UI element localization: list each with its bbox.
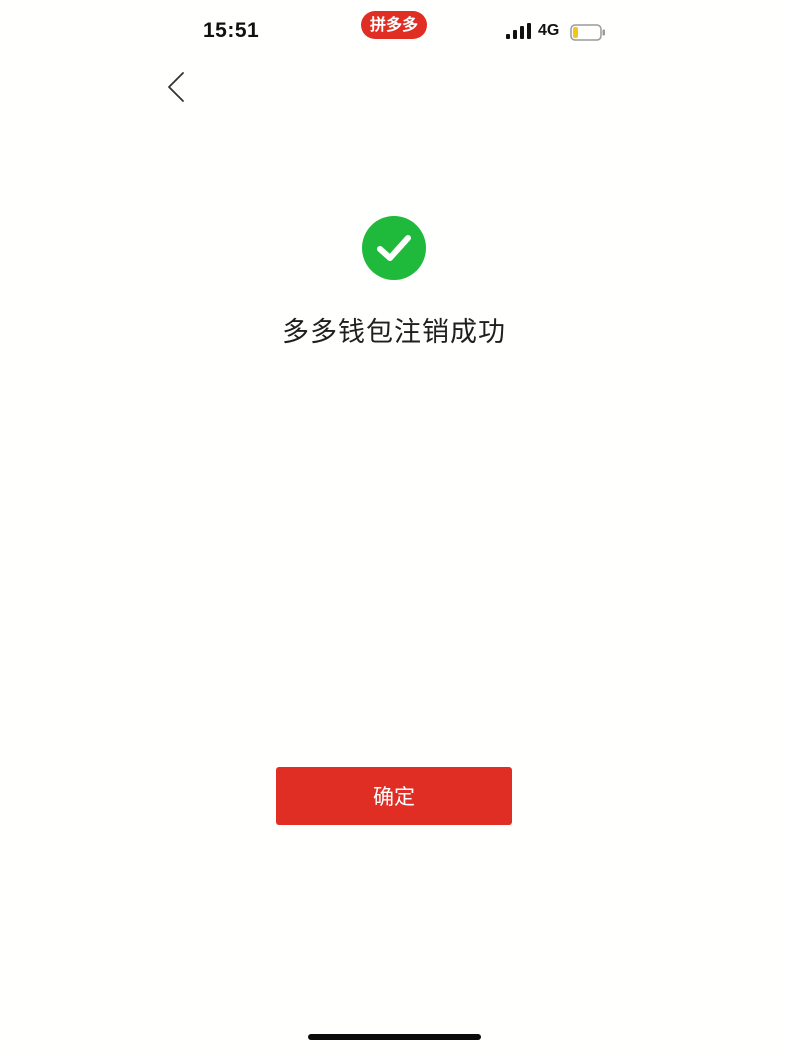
battery-icon — [570, 24, 605, 41]
back-button[interactable] — [162, 70, 194, 104]
network-type: 4G — [538, 22, 560, 39]
home-indicator[interactable] — [308, 1034, 481, 1040]
battery-fill — [573, 27, 578, 38]
chevron-left-icon — [168, 72, 184, 102]
signal-icon — [506, 23, 531, 39]
status-bar: 15:51 拼多多 4G — [0, 0, 788, 62]
confirm-button[interactable]: 确定 — [276, 767, 512, 825]
check-circle-icon — [362, 216, 426, 280]
status-time: 15:51 — [203, 19, 260, 42]
app-badge[interactable]: 拼多多 — [361, 11, 427, 39]
result-title: 多多钱包注销成功 — [282, 317, 506, 348]
